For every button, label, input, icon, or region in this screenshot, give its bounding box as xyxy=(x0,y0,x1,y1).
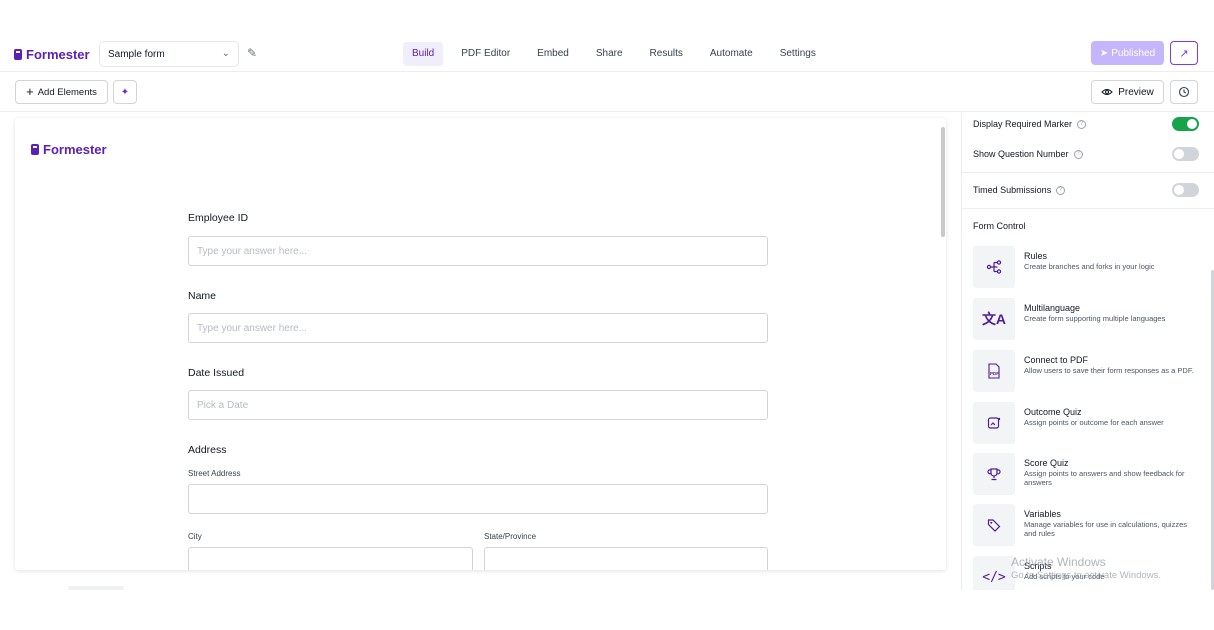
name-input[interactable]: Type your answer here... xyxy=(188,313,768,343)
builder-toolbar: + Add Elements ✦ Preview xyxy=(0,72,1214,112)
date-issued-label: Date Issued xyxy=(188,367,245,379)
tab-automate[interactable]: Automate xyxy=(701,42,762,66)
sparkle-icon: ✦ xyxy=(120,86,130,98)
timed-submissions-row: Timed Submissions ? xyxy=(973,185,1066,195)
tab-settings[interactable]: Settings xyxy=(771,42,825,66)
tab-results[interactable]: Results xyxy=(641,42,692,66)
employee-id-label: Employee ID xyxy=(188,212,249,224)
external-link-icon: ↗ xyxy=(1179,47,1189,60)
help-icon[interactable]: ? xyxy=(1056,185,1066,195)
canvas-scrollbar[interactable] xyxy=(941,127,945,237)
top-bar: Formester Sample form ⌄ ✎ Build PDF Edit… xyxy=(0,36,1214,72)
control-score-quiz[interactable]: Score Quiz Assign points to answers and … xyxy=(973,453,1208,497)
formester-logo-icon xyxy=(31,144,39,155)
translate-icon: 文A xyxy=(973,298,1015,340)
published-button[interactable]: ➤ Published xyxy=(1091,41,1164,65)
help-icon[interactable]: ? xyxy=(1073,149,1083,159)
help-icon[interactable]: ? xyxy=(1077,119,1087,129)
city-label: City xyxy=(188,532,202,541)
open-external-button[interactable]: ↗ xyxy=(1170,41,1198,65)
svg-text:PDF: PDF xyxy=(990,371,999,376)
date-issued-input[interactable]: Pick a Date xyxy=(188,390,768,420)
tab-share[interactable]: Share xyxy=(587,42,632,66)
ai-sparkle-button[interactable]: ✦ xyxy=(113,80,137,104)
code-icon: </> xyxy=(973,556,1015,590)
tag-icon xyxy=(973,504,1015,546)
required-marker-row: Display Required Marker ? xyxy=(973,119,1087,129)
brand-logo[interactable]: Formester xyxy=(14,47,90,62)
required-marker-toggle[interactable] xyxy=(1172,117,1199,131)
street-address-label: Street Address xyxy=(188,469,241,478)
trophy-icon xyxy=(973,453,1015,495)
history-button[interactable] xyxy=(1170,80,1198,104)
control-multilanguage[interactable]: 文A Multilanguage Create form supporting … xyxy=(973,298,1208,342)
clock-history-icon xyxy=(1178,86,1190,98)
tab-build[interactable]: Build xyxy=(403,42,444,66)
question-number-toggle[interactable] xyxy=(1172,147,1199,161)
employee-id-input[interactable]: Type your answer here... xyxy=(188,236,768,266)
brand-name: Formester xyxy=(26,47,90,62)
divider xyxy=(962,172,1214,173)
form-selector[interactable]: Sample form ⌄ xyxy=(99,41,239,67)
settings-panel: Display Required Marker ? Show Question … xyxy=(961,112,1214,590)
address-label: Address xyxy=(188,444,227,456)
quiz-icon xyxy=(973,402,1015,444)
chevron-down-icon: ⌄ xyxy=(221,48,230,59)
form-canvas: Formester Employee ID Type your answer h… xyxy=(15,118,946,570)
form-control-title: Form Control xyxy=(973,221,1026,231)
preview-button[interactable]: Preview xyxy=(1091,80,1164,104)
eye-icon xyxy=(1101,89,1113,95)
form-name: Sample form xyxy=(108,48,165,60)
timed-submissions-toggle[interactable] xyxy=(1172,183,1199,197)
control-outcome-quiz[interactable]: Outcome Quiz Assign points or outcome fo… xyxy=(973,402,1208,446)
tab-embed[interactable]: Embed xyxy=(528,42,578,66)
main-nav: Build PDF Editor Embed Share Results Aut… xyxy=(403,42,834,66)
name-label: Name xyxy=(188,290,217,302)
control-connect-pdf[interactable]: PDF Connect to PDF Allow users to save t… xyxy=(973,350,1208,394)
state-input[interactable] xyxy=(484,547,768,570)
formester-logo-icon xyxy=(14,49,22,60)
pdf-icon: PDF xyxy=(973,350,1015,392)
question-number-row: Show Question Number ? xyxy=(973,149,1083,159)
divider xyxy=(962,208,1214,209)
windows-activation-watermark: Activate Windows Go to Settings to activ… xyxy=(1011,555,1161,581)
rules-icon xyxy=(973,246,1015,288)
edit-pencil-icon[interactable]: ✎ xyxy=(247,46,257,60)
street-address-input[interactable] xyxy=(188,484,768,514)
plus-icon: + xyxy=(26,84,34,99)
city-input[interactable] xyxy=(188,547,473,570)
control-variables[interactable]: Variables Manage variables for use in ca… xyxy=(973,504,1208,548)
add-elements-button[interactable]: + Add Elements xyxy=(15,80,108,104)
rocket-icon: ➤ xyxy=(1099,47,1109,59)
bottom-scroll-hint xyxy=(68,586,124,590)
control-rules[interactable]: Rules Create branches and forks in your … xyxy=(973,246,1208,290)
tab-pdf-editor[interactable]: PDF Editor xyxy=(452,42,519,66)
state-label: State/Province xyxy=(484,532,537,541)
form-logo: Formester xyxy=(31,142,107,157)
